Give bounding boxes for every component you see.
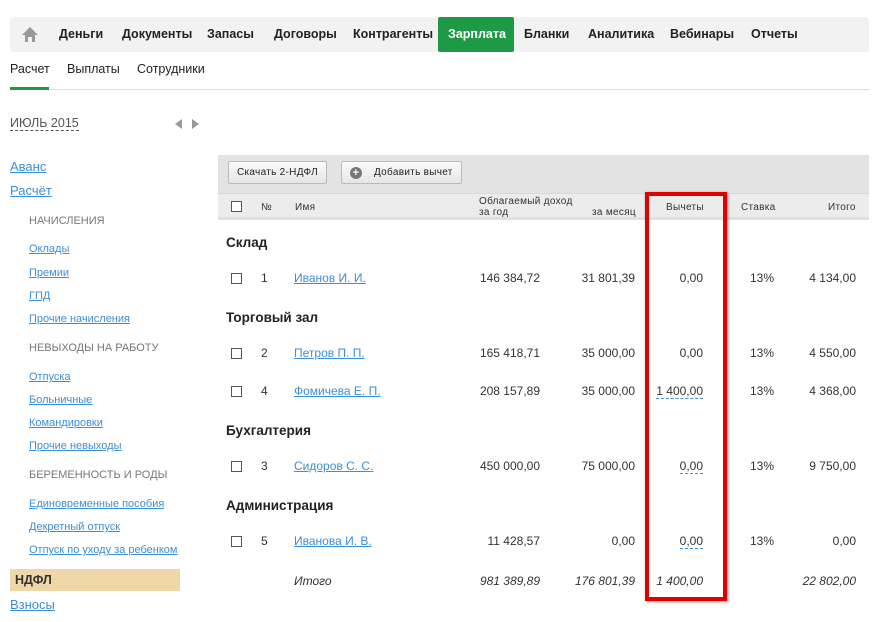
header-month: за месяц xyxy=(592,207,636,218)
nav-dogovory[interactable]: Договоры xyxy=(264,17,347,52)
total-value: 9 750,00 xyxy=(809,459,856,473)
employee-name-link[interactable]: Петров П. П. xyxy=(294,346,365,360)
row-checkbox[interactable] xyxy=(231,536,242,547)
tab-sotrudniki[interactable]: Сотрудники xyxy=(137,62,205,76)
subnav-divider xyxy=(10,89,869,90)
sidebar-premii[interactable]: Премии xyxy=(29,267,69,279)
group-header: Администрация xyxy=(226,498,334,513)
row-checkbox[interactable] xyxy=(231,461,242,472)
rate-value: 13% xyxy=(749,459,774,473)
income-month: 31 801,39 xyxy=(581,271,635,285)
sidebar-komandirovki[interactable]: Командировки xyxy=(29,417,103,429)
row-checkbox[interactable] xyxy=(231,386,242,397)
nav-zarplata[interactable]: Зарплата xyxy=(438,17,514,52)
next-period-icon[interactable] xyxy=(192,119,199,129)
nav-dokumenty[interactable]: Документы xyxy=(112,17,202,52)
employee-name-link[interactable]: Иванова И. В. xyxy=(294,534,372,548)
sidebar-oklady[interactable]: Оклады xyxy=(29,243,69,255)
total-value: 4 368,00 xyxy=(809,384,856,398)
header-income: Облагаемый доход xyxy=(479,196,573,207)
row-num: 5 xyxy=(261,534,268,548)
group-header: Склад xyxy=(226,235,268,250)
income-year: 146 384,72 xyxy=(479,271,540,285)
sidebar-ndfl-active[interactable]: НДФЛ xyxy=(10,569,180,591)
row-num: 2 xyxy=(261,346,268,360)
income-month: 35 000,00 xyxy=(581,346,635,360)
sidebar-otpuska[interactable]: Отпуска xyxy=(29,371,71,383)
tab-raschet[interactable]: Расчет xyxy=(10,62,50,76)
header-year: за год xyxy=(479,207,509,218)
row-checkbox[interactable] xyxy=(231,348,242,359)
sidebar-gpd[interactable]: ГПД xyxy=(29,290,50,302)
add-deduction-label: Добавить вычет xyxy=(374,167,453,178)
totals-month: 176 801,39 xyxy=(574,574,635,588)
add-deduction-button[interactable]: + Добавить вычет xyxy=(341,161,462,184)
sidebar-bolnichnye[interactable]: Больничные xyxy=(29,394,92,406)
total-value: 4 134,00 xyxy=(809,271,856,285)
download-2ndfl-button[interactable]: Скачать 2-НДФЛ xyxy=(228,161,327,184)
top-nav: Деньги Документы Запасы Договоры Контраг… xyxy=(10,17,869,52)
totals-total: 22 802,00 xyxy=(802,574,856,588)
plus-circle-icon: + xyxy=(350,167,362,179)
tab-vyplaty[interactable]: Выплаты xyxy=(67,62,120,76)
sidebar-prochie-nachisleniya[interactable]: Прочие начисления xyxy=(29,313,130,325)
income-month: 0,00 xyxy=(611,534,635,548)
sidebar-avans[interactable]: Аванс xyxy=(10,159,46,174)
income-year: 450 000,00 xyxy=(479,459,540,473)
active-tab-indicator xyxy=(10,87,49,90)
highlight-box xyxy=(645,192,727,601)
total-value: 0,00 xyxy=(832,534,856,548)
sidebar-dekretny[interactable]: Декретный отпуск xyxy=(29,521,120,533)
nav-zapasy[interactable]: Запасы xyxy=(197,17,264,52)
sidebar-otpusk-uhod[interactable]: Отпуск по уходу за ребенком xyxy=(29,544,177,556)
rate-value: 13% xyxy=(749,534,774,548)
group-header: Бухгалтерия xyxy=(226,423,311,438)
total-value: 4 550,00 xyxy=(809,346,856,360)
income-year: 208 157,89 xyxy=(479,384,540,398)
home-icon[interactable] xyxy=(21,26,39,43)
nav-vebinary[interactable]: Вебинары xyxy=(660,17,744,52)
row-num: 3 xyxy=(261,459,268,473)
income-month: 35 000,00 xyxy=(581,384,635,398)
header-num: № xyxy=(261,202,273,213)
income-year: 11 428,57 xyxy=(487,534,541,548)
rate-value: 13% xyxy=(749,271,774,285)
sidebar-vznosy[interactable]: Взносы xyxy=(10,597,55,612)
nav-analitika[interactable]: Аналитика xyxy=(578,17,664,52)
employee-name-link[interactable]: Фомичева Е. П. xyxy=(294,384,381,398)
sidebar-edinovremennye[interactable]: Единовременные пособия xyxy=(29,498,164,510)
rate-value: 13% xyxy=(749,384,774,398)
totals-year: 981 389,89 xyxy=(479,574,540,588)
nav-kontragenty[interactable]: Контрагенты xyxy=(343,17,443,52)
income-year: 165 418,71 xyxy=(479,346,540,360)
header-rate: Ставка xyxy=(741,202,776,213)
row-num: 4 xyxy=(261,384,268,398)
prev-period-icon[interactable] xyxy=(175,119,182,129)
rate-value: 13% xyxy=(749,346,774,360)
employee-name-link[interactable]: Иванов И. И. xyxy=(294,271,366,285)
section-nevyhody: НЕВЫХОДЫ НА РАБОТУ xyxy=(29,342,159,354)
period-selector[interactable]: ИЮЛЬ 2015 xyxy=(10,116,79,131)
row-num: 1 xyxy=(261,271,268,285)
nav-blanki[interactable]: Бланки xyxy=(514,17,579,52)
employee-name-link[interactable]: Сидоров С. С. xyxy=(294,459,373,473)
nav-dengi[interactable]: Деньги xyxy=(49,17,113,52)
section-beremennost: БЕРЕМЕННОСТЬ И РОДЫ xyxy=(29,469,168,481)
group-header: Торговый зал xyxy=(226,310,319,325)
row-checkbox[interactable] xyxy=(231,273,242,284)
sidebar-prochie-nevyhody[interactable]: Прочие невыходы xyxy=(29,440,121,452)
income-month: 75 000,00 xyxy=(581,459,635,473)
select-all-checkbox[interactable] xyxy=(231,201,242,212)
header-total: Итого xyxy=(828,202,856,213)
totals-label: Итого xyxy=(294,574,332,588)
sidebar-raschet[interactable]: Расчёт xyxy=(10,183,52,198)
header-name: Имя xyxy=(295,202,316,213)
section-nachisleniya: НАЧИСЛЕНИЯ xyxy=(29,215,105,227)
nav-otchety[interactable]: Отчеты xyxy=(741,17,808,52)
